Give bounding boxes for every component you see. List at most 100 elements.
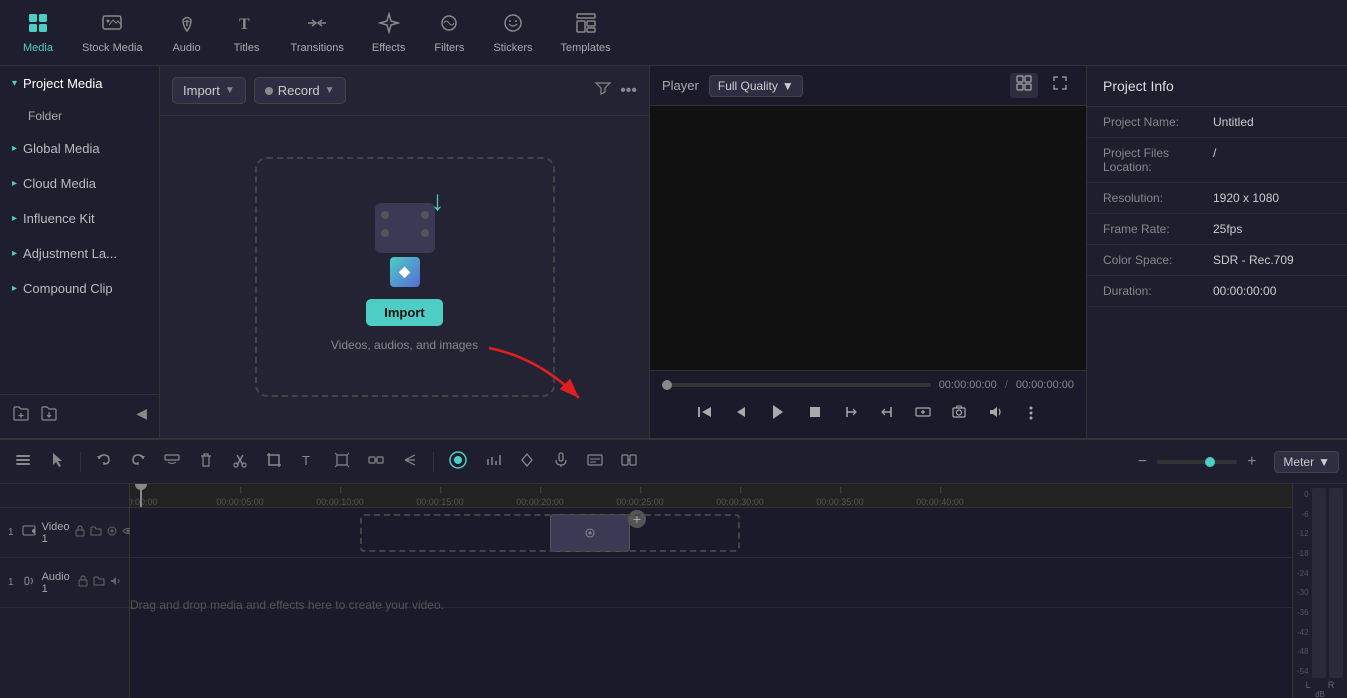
text-btn[interactable]: T	[293, 447, 323, 477]
toolbar-effects-label: Effects	[372, 42, 405, 54]
subtitle-btn[interactable]	[580, 447, 610, 477]
audio-mute-icon[interactable]	[109, 575, 121, 590]
media-icon	[27, 12, 49, 38]
toolbar-transitions-label: Transitions	[291, 42, 344, 54]
import-media-button[interactable]: Import	[366, 299, 442, 326]
meter-42: -42	[1297, 628, 1309, 637]
quality-select[interactable]: Full Quality ▼	[709, 75, 803, 97]
sidebar-item-influence-kit[interactable]: ▸ Influence Kit	[0, 201, 159, 236]
tick-4: 00:00:20:00	[516, 497, 564, 507]
toolbar-transitions[interactable]: Transitions	[277, 6, 358, 60]
toolbar-titles[interactable]: T Titles	[217, 6, 277, 60]
sidebar-folder[interactable]: Folder	[0, 101, 159, 131]
toolbar-templates[interactable]: Templates	[546, 6, 624, 60]
toolbar-effects[interactable]: Effects	[358, 6, 419, 60]
sidebar-item-global-media[interactable]: ▸ Global Media	[0, 131, 159, 166]
player-viewport	[650, 106, 1086, 370]
video-folder-icon[interactable]	[90, 525, 102, 540]
skip-back-btn[interactable]	[693, 400, 717, 429]
toolbar-stickers[interactable]: Stickers	[479, 6, 546, 60]
meter-bars-row: 0 -6 -12 -18 -24 -30 -36 -42 -48 -54	[1297, 488, 1343, 678]
collapse-sidebar-btn[interactable]: ◀	[136, 405, 147, 428]
video-track-icons	[74, 525, 134, 540]
video-track-area[interactable]: +	[130, 508, 1292, 558]
tick-0: 00:00:00	[130, 497, 158, 507]
keyframe-btn[interactable]	[512, 447, 542, 477]
timeline-menu-btn[interactable]	[8, 447, 38, 477]
play-btn[interactable]	[765, 399, 791, 430]
zoom-slider-track[interactable]	[1157, 460, 1237, 464]
audio-lock-icon[interactable]	[77, 575, 89, 590]
media-toolbar-right: •••	[594, 79, 637, 102]
filter-icon[interactable]	[594, 79, 612, 102]
redo-btn[interactable]	[123, 447, 153, 477]
main-area: ▾ Project Media Folder ▸ Global Media ▸ …	[0, 66, 1347, 438]
sidebar-item-adjustment[interactable]: ▸ Adjustment La...	[0, 236, 159, 271]
audio-detach-btn[interactable]	[157, 447, 187, 477]
info-row-files: Project Files Location: /	[1087, 138, 1347, 183]
video-lock-icon[interactable]	[74, 525, 86, 540]
add-to-timeline-btn[interactable]	[911, 400, 935, 429]
zoom-handle[interactable]	[1205, 457, 1215, 467]
folder-label: Folder	[28, 109, 62, 123]
toolbar-stock-media[interactable]: Stock Media	[68, 6, 157, 60]
sidebar-item-project-media[interactable]: ▾ Project Media	[0, 66, 159, 101]
auto-normalize-btn[interactable]	[478, 447, 508, 477]
zoom-in-btn[interactable]: +	[1241, 449, 1262, 475]
info-row-framerate: Frame Rate: 25fps	[1087, 214, 1347, 245]
video-audio-icon[interactable]	[106, 525, 118, 540]
expand-view-btn[interactable]	[1046, 73, 1074, 98]
transform-btn[interactable]	[327, 447, 357, 477]
more-options-icon[interactable]: •••	[620, 82, 637, 100]
more-player-btn[interactable]	[1019, 400, 1043, 429]
snapshot-btn[interactable]	[947, 400, 971, 429]
undo-btn[interactable]	[89, 447, 119, 477]
add-folder-icon[interactable]	[12, 405, 30, 428]
toolbar-audio[interactable]: Audio	[157, 6, 217, 60]
frame-back-btn[interactable]	[729, 400, 753, 429]
import-folder-icon[interactable]	[40, 405, 58, 428]
grid-view-btn[interactable]	[1010, 73, 1038, 98]
split-audio-btn[interactable]	[614, 447, 644, 477]
import-dropdown-arrow: ▼	[225, 85, 235, 96]
filters-icon	[438, 12, 460, 38]
sidebar-item-compound-clip[interactable]: ▸ Compound Clip	[0, 271, 159, 306]
meter-dropdown-btn[interactable]: Meter ▼	[1274, 451, 1339, 473]
record-button[interactable]: Record ▼	[254, 77, 346, 104]
sidebar-project-media-label: Project Media	[23, 76, 102, 91]
progress-handle[interactable]	[662, 380, 672, 390]
tool-select-btn[interactable]	[42, 447, 72, 477]
info-value-duration: 00:00:00:00	[1213, 284, 1276, 298]
progress-track[interactable]	[662, 383, 931, 387]
stop-btn[interactable]	[803, 400, 827, 429]
crop-btn[interactable]	[259, 447, 289, 477]
time-separator: /	[1005, 379, 1008, 391]
group-btn[interactable]	[361, 447, 391, 477]
sidebar-influence-label: Influence Kit	[23, 211, 95, 226]
meter-18: -18	[1297, 549, 1309, 558]
player-buttons-row	[662, 399, 1074, 430]
more-timeline-btn[interactable]	[395, 447, 425, 477]
delete-btn[interactable]	[191, 447, 221, 477]
meter-label: Meter	[1283, 455, 1314, 469]
zoom-out-btn[interactable]: −	[1132, 449, 1153, 475]
audio-folder-icon[interactable]	[93, 575, 105, 590]
import-button[interactable]: Import ▼	[172, 77, 246, 104]
voice-record-btn[interactable]	[546, 447, 576, 477]
meter-scale: 0 -6 -12 -18 -24 -30 -36 -42 -48 -54	[1297, 488, 1309, 678]
top-toolbar: Media Stock Media Audio T T	[0, 0, 1347, 66]
audio-track-label: 1 Audio 1	[0, 558, 129, 608]
stock-media-icon	[101, 12, 123, 38]
cut-btn[interactable]	[225, 447, 255, 477]
expand-arrow-compound: ▸	[12, 283, 17, 294]
toolbar-filters[interactable]: Filters	[419, 6, 479, 60]
volume-btn[interactable]	[983, 400, 1007, 429]
magnetic-snap-btn[interactable]	[442, 446, 474, 478]
import-drop-zone[interactable]: ↓ ◆ Import Videos, audios, and images	[255, 157, 555, 397]
playhead[interactable]	[140, 484, 142, 507]
mark-out-btn[interactable]	[875, 400, 899, 429]
timeline-tracks-area[interactable]: 00:00:00 00:00:05:00 00:00:10:00 00:00:1…	[130, 484, 1292, 698]
mark-in-btn[interactable]	[839, 400, 863, 429]
sidebar-item-cloud-media[interactable]: ▸ Cloud Media	[0, 166, 159, 201]
toolbar-media[interactable]: Media	[8, 6, 68, 60]
